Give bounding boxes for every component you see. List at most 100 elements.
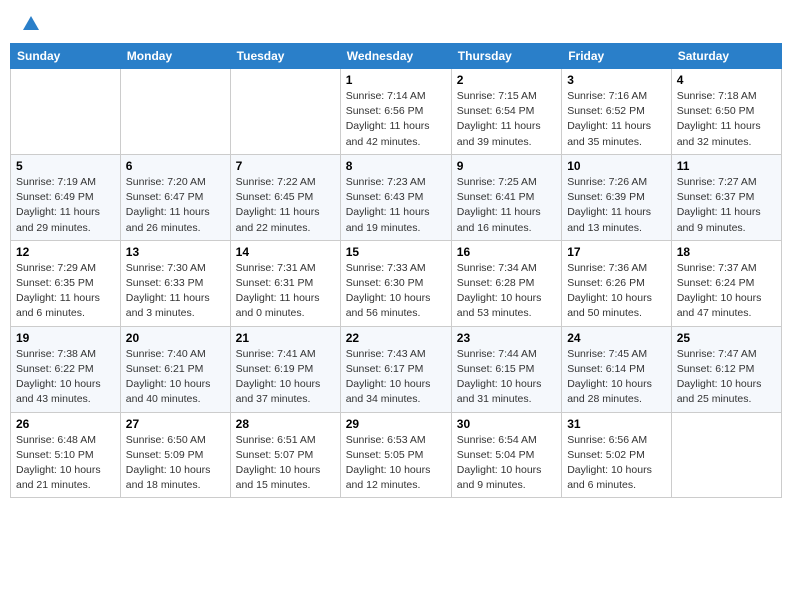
weekday-header-wednesday: Wednesday — [340, 44, 451, 69]
day-number: 7 — [236, 159, 335, 173]
day-number: 27 — [126, 417, 225, 431]
day-info: Sunrise: 7:40 AMSunset: 6:21 PMDaylight:… — [126, 347, 225, 408]
calendar-cell: 10 Sunrise: 7:26 AMSunset: 6:39 PMDayligh… — [562, 154, 672, 240]
calendar-cell: 26 Sunrise: 6:48 AMSunset: 5:10 PMDayligh… — [11, 412, 121, 498]
day-number: 26 — [16, 417, 115, 431]
day-number: 12 — [16, 245, 115, 259]
calendar-cell: 16 Sunrise: 7:34 AMSunset: 6:28 PMDayligh… — [451, 240, 561, 326]
day-number: 30 — [457, 417, 556, 431]
day-number: 23 — [457, 331, 556, 345]
day-number: 20 — [126, 331, 225, 345]
day-number: 5 — [16, 159, 115, 173]
day-info: Sunrise: 6:54 AMSunset: 5:04 PMDaylight:… — [457, 433, 556, 494]
day-info: Sunrise: 7:37 AMSunset: 6:24 PMDaylight:… — [677, 261, 776, 322]
day-info: Sunrise: 7:38 AMSunset: 6:22 PMDaylight:… — [16, 347, 115, 408]
calendar-body: 1 Sunrise: 7:14 AMSunset: 6:56 PMDaylight… — [11, 69, 782, 498]
calendar-header-row: SundayMondayTuesdayWednesdayThursdayFrid… — [11, 44, 782, 69]
weekday-header-tuesday: Tuesday — [230, 44, 340, 69]
day-number: 6 — [126, 159, 225, 173]
day-info: Sunrise: 7:19 AMSunset: 6:49 PMDaylight:… — [16, 175, 115, 236]
day-number: 28 — [236, 417, 335, 431]
calendar-table: SundayMondayTuesdayWednesdayThursdayFrid… — [10, 43, 782, 498]
day-info: Sunrise: 6:56 AMSunset: 5:02 PMDaylight:… — [567, 433, 666, 494]
day-number: 10 — [567, 159, 666, 173]
calendar-cell: 24 Sunrise: 7:45 AMSunset: 6:14 PMDayligh… — [562, 326, 672, 412]
calendar-cell: 11 Sunrise: 7:27 AMSunset: 6:37 PMDayligh… — [671, 154, 781, 240]
calendar-cell: 20 Sunrise: 7:40 AMSunset: 6:21 PMDayligh… — [120, 326, 230, 412]
day-info: Sunrise: 6:51 AMSunset: 5:07 PMDaylight:… — [236, 433, 335, 494]
day-number: 15 — [346, 245, 446, 259]
calendar-cell: 13 Sunrise: 7:30 AMSunset: 6:33 PMDayligh… — [120, 240, 230, 326]
calendar-week-3: 12 Sunrise: 7:29 AMSunset: 6:35 PMDayligh… — [11, 240, 782, 326]
day-number: 16 — [457, 245, 556, 259]
calendar-cell: 28 Sunrise: 6:51 AMSunset: 5:07 PMDayligh… — [230, 412, 340, 498]
day-info: Sunrise: 7:34 AMSunset: 6:28 PMDaylight:… — [457, 261, 556, 322]
calendar-week-2: 5 Sunrise: 7:19 AMSunset: 6:49 PMDaylight… — [11, 154, 782, 240]
day-number: 1 — [346, 73, 446, 87]
page-header — [10, 10, 782, 43]
weekday-header-saturday: Saturday — [671, 44, 781, 69]
day-number: 8 — [346, 159, 446, 173]
day-info: Sunrise: 7:41 AMSunset: 6:19 PMDaylight:… — [236, 347, 335, 408]
day-number: 25 — [677, 331, 776, 345]
day-info: Sunrise: 6:48 AMSunset: 5:10 PMDaylight:… — [16, 433, 115, 494]
day-number: 22 — [346, 331, 446, 345]
day-number: 29 — [346, 417, 446, 431]
calendar-week-5: 26 Sunrise: 6:48 AMSunset: 5:10 PMDayligh… — [11, 412, 782, 498]
day-info: Sunrise: 7:20 AMSunset: 6:47 PMDaylight:… — [126, 175, 225, 236]
day-number: 24 — [567, 331, 666, 345]
logo — [20, 18, 39, 37]
calendar-cell — [230, 69, 340, 155]
day-number: 11 — [677, 159, 776, 173]
calendar-week-4: 19Sunrise: 7:38 AMSunset: 6:22 PMDayligh… — [11, 326, 782, 412]
day-number: 31 — [567, 417, 666, 431]
day-info: Sunrise: 7:36 AMSunset: 6:26 PMDaylight:… — [567, 261, 666, 322]
calendar-cell: 21Sunrise: 7:41 AMSunset: 6:19 PMDayligh… — [230, 326, 340, 412]
day-info: Sunrise: 7:15 AMSunset: 6:54 PMDaylight:… — [457, 89, 556, 150]
calendar-cell: 7 Sunrise: 7:22 AMSunset: 6:45 PMDaylight… — [230, 154, 340, 240]
calendar-cell: 15Sunrise: 7:33 AMSunset: 6:30 PMDayligh… — [340, 240, 451, 326]
calendar-cell: 5 Sunrise: 7:19 AMSunset: 6:49 PMDaylight… — [11, 154, 121, 240]
calendar-cell: 27 Sunrise: 6:50 AMSunset: 5:09 PMDayligh… — [120, 412, 230, 498]
calendar-cell: 19Sunrise: 7:38 AMSunset: 6:22 PMDayligh… — [11, 326, 121, 412]
weekday-header-monday: Monday — [120, 44, 230, 69]
day-info: Sunrise: 7:29 AMSunset: 6:35 PMDaylight:… — [16, 261, 115, 322]
day-info: Sunrise: 7:18 AMSunset: 6:50 PMDaylight:… — [677, 89, 776, 150]
calendar-cell — [11, 69, 121, 155]
calendar-cell: 1 Sunrise: 7:14 AMSunset: 6:56 PMDaylight… — [340, 69, 451, 155]
calendar-cell: 2Sunrise: 7:15 AMSunset: 6:54 PMDaylight… — [451, 69, 561, 155]
calendar-cell: 17 Sunrise: 7:36 AMSunset: 6:26 PMDayligh… — [562, 240, 672, 326]
calendar-cell: 3Sunrise: 7:16 AMSunset: 6:52 PMDaylight… — [562, 69, 672, 155]
day-number: 9 — [457, 159, 556, 173]
calendar-cell — [671, 412, 781, 498]
day-info: Sunrise: 7:26 AMSunset: 6:39 PMDaylight:… — [567, 175, 666, 236]
weekday-header-thursday: Thursday — [451, 44, 561, 69]
day-number: 18 — [677, 245, 776, 259]
day-info: Sunrise: 6:50 AMSunset: 5:09 PMDaylight:… — [126, 433, 225, 494]
day-number: 14 — [236, 245, 335, 259]
day-info: Sunrise: 7:30 AMSunset: 6:33 PMDaylight:… — [126, 261, 225, 322]
day-number: 3 — [567, 73, 666, 87]
calendar-cell: 31 Sunrise: 6:56 AMSunset: 5:02 PMDayligh… — [562, 412, 672, 498]
day-number: 17 — [567, 245, 666, 259]
day-number: 4 — [677, 73, 776, 87]
day-info: Sunrise: 7:47 AMSunset: 6:12 PMDaylight:… — [677, 347, 776, 408]
day-info: Sunrise: 7:14 AMSunset: 6:56 PMDaylight:… — [346, 89, 446, 150]
calendar-week-1: 1 Sunrise: 7:14 AMSunset: 6:56 PMDaylight… — [11, 69, 782, 155]
day-info: Sunrise: 7:27 AMSunset: 6:37 PMDaylight:… — [677, 175, 776, 236]
weekday-header-friday: Friday — [562, 44, 672, 69]
day-info: Sunrise: 7:22 AMSunset: 6:45 PMDaylight:… — [236, 175, 335, 236]
calendar-cell: 9 Sunrise: 7:25 AMSunset: 6:41 PMDaylight… — [451, 154, 561, 240]
calendar-cell — [120, 69, 230, 155]
calendar-cell: 22 Sunrise: 7:43 AMSunset: 6:17 PMDayligh… — [340, 326, 451, 412]
day-info: Sunrise: 7:31 AMSunset: 6:31 PMDaylight:… — [236, 261, 335, 322]
day-number: 13 — [126, 245, 225, 259]
calendar-cell: 8Sunrise: 7:23 AMSunset: 6:43 PMDaylight… — [340, 154, 451, 240]
calendar-cell: 23Sunrise: 7:44 AMSunset: 6:15 PMDayligh… — [451, 326, 561, 412]
calendar-cell: 14 Sunrise: 7:31 AMSunset: 6:31 PMDayligh… — [230, 240, 340, 326]
calendar-cell: 12 Sunrise: 7:29 AMSunset: 6:35 PMDayligh… — [11, 240, 121, 326]
calendar-cell: 18 Sunrise: 7:37 AMSunset: 6:24 PMDayligh… — [671, 240, 781, 326]
day-info: Sunrise: 7:45 AMSunset: 6:14 PMDaylight:… — [567, 347, 666, 408]
day-info: Sunrise: 7:43 AMSunset: 6:17 PMDaylight:… — [346, 347, 446, 408]
day-info: Sunrise: 7:25 AMSunset: 6:41 PMDaylight:… — [457, 175, 556, 236]
